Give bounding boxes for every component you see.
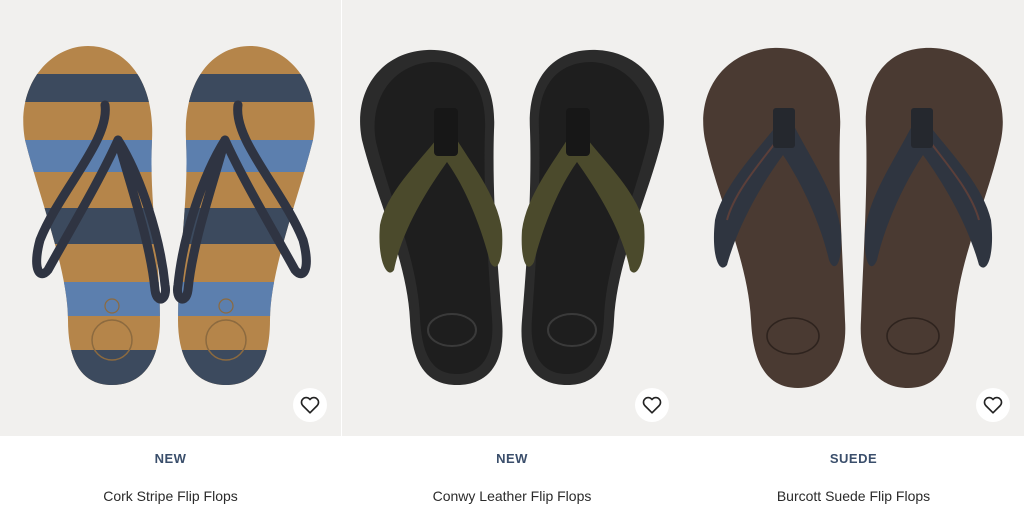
product-image[interactable] xyxy=(0,0,341,436)
heart-outline-icon xyxy=(300,396,320,414)
favorite-button[interactable] xyxy=(293,388,327,422)
favorite-button[interactable] xyxy=(634,388,669,422)
product-card-burcott-suede[interactable]: SUEDE Burcott Suede Flip Flops xyxy=(683,0,1024,516)
burcott-suede-flip-flops-image xyxy=(683,0,1024,436)
product-card-conwy-leather[interactable]: NEW Conwy Leather Flip Flops xyxy=(341,0,683,516)
product-badge: SUEDE xyxy=(829,451,878,466)
product-title-link[interactable]: Conwy Leather Flip Flops xyxy=(342,488,683,504)
cork-stripe-flip-flops-image xyxy=(0,0,341,436)
product-image[interactable] xyxy=(683,0,1024,436)
product-card-cork-stripe[interactable]: NEW Cork Stripe Flip Flops xyxy=(0,0,341,516)
product-grid: NEW Cork Stripe Flip Flops NEW Conwy Lea… xyxy=(0,0,1024,516)
heart-outline-icon xyxy=(983,396,1003,414)
product-badge: NEW xyxy=(154,451,187,466)
conwy-leather-flip-flops-image xyxy=(341,0,683,436)
product-badge: NEW xyxy=(496,451,528,466)
favorite-button[interactable] xyxy=(976,388,1010,422)
product-title-link[interactable]: Cork Stripe Flip Flops xyxy=(0,488,341,504)
product-title-link[interactable]: Burcott Suede Flip Flops xyxy=(683,488,1024,504)
heart-outline-icon xyxy=(642,396,661,414)
product-image[interactable] xyxy=(341,0,683,436)
